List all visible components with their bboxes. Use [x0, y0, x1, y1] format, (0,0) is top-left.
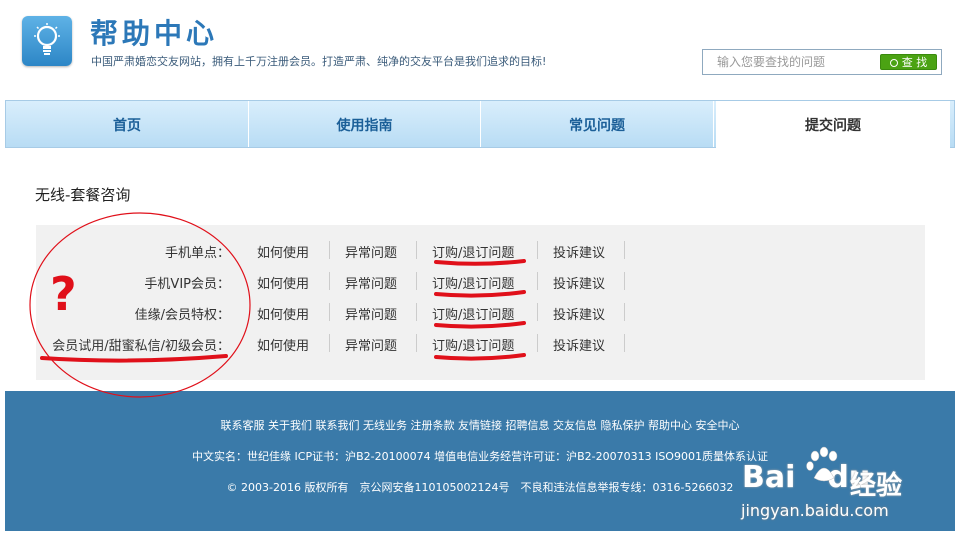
search-input[interactable]	[709, 53, 885, 71]
row-label: 手机VIP会员：	[144, 277, 230, 292]
search-icon	[889, 59, 898, 67]
watermark-url: jingyan.baidu.com	[741, 501, 889, 520]
table-row: 佳缘/会员特权： 如何使用 异常问题 订购/退订问题 投诉建议	[36, 298, 925, 326]
link-order-cancel[interactable]: 订购/退订问题	[432, 335, 514, 354]
main-nav: 首页 使用指南 常见问题 提交问题	[5, 100, 955, 148]
link-complaints[interactable]: 投诉建议	[553, 335, 605, 354]
divider	[329, 272, 330, 290]
header: 帮助中心 中国严肃婚恋交友网站，拥有上千万注册会员。打造严肃、纯净的交友平台是我…	[0, 0, 964, 100]
watermark-brand-part: Bai	[742, 460, 796, 495]
search-button[interactable]: 查 找	[880, 54, 937, 70]
link-order-cancel[interactable]: 订购/退订问题	[432, 304, 514, 323]
footer-links[interactable]: 联系客服 关于我们 联系我们 无线业务 注册条款 友情链接 招聘信息 交友信息 …	[5, 417, 955, 433]
link-how-to-use[interactable]: 如何使用	[257, 242, 309, 261]
divider	[624, 334, 625, 352]
link-complaints[interactable]: 投诉建议	[553, 273, 605, 292]
divider	[537, 272, 538, 290]
divider	[329, 303, 330, 321]
lightbulb-logo-icon	[22, 16, 72, 66]
tab-guide[interactable]: 使用指南	[249, 101, 481, 147]
baidu-paw-icon	[806, 446, 838, 482]
link-exceptions[interactable]: 异常问题	[345, 242, 397, 261]
link-exceptions[interactable]: 异常问题	[345, 273, 397, 292]
tab-faq[interactable]: 常见问题	[481, 101, 714, 147]
section-title: 无线-套餐咨询	[35, 186, 131, 204]
watermark-jingyan: 经验	[850, 471, 903, 501]
link-complaints[interactable]: 投诉建议	[553, 304, 605, 323]
divider	[329, 241, 330, 259]
table-row: 手机VIP会员： 如何使用 异常问题 订购/退订问题 投诉建议	[36, 267, 925, 295]
table-row: 会员试用/甜蜜私信/初级会员： 如何使用 异常问题 订购/退订问题 投诉建议	[36, 329, 925, 357]
question-grid: 手机单点： 如何使用 异常问题 订购/退订问题 投诉建议 手机VIP会员： 如何…	[36, 225, 925, 380]
link-exceptions[interactable]: 异常问题	[345, 335, 397, 354]
divider	[416, 241, 417, 259]
link-how-to-use[interactable]: 如何使用	[257, 273, 309, 292]
site-slogan: 中国严肃婚恋交友网站，拥有上千万注册会员。打造严肃、纯净的交友平台是我们追求的目…	[91, 55, 547, 68]
row-label: 会员试用/甜蜜私信/初级会员：	[52, 339, 230, 354]
search-box: 查 找	[702, 49, 942, 75]
tab-home[interactable]: 首页	[6, 101, 249, 147]
divider	[416, 272, 417, 290]
row-label: 佳缘/会员特权：	[134, 308, 230, 323]
table-row: 手机单点： 如何使用 异常问题 订购/退订问题 投诉建议	[36, 236, 925, 264]
search-button-label: 查 找	[901, 56, 928, 69]
link-exceptions[interactable]: 异常问题	[345, 304, 397, 323]
divider	[624, 303, 625, 321]
link-how-to-use[interactable]: 如何使用	[257, 304, 309, 323]
page-title: 帮助中心	[90, 17, 219, 50]
link-how-to-use[interactable]: 如何使用	[257, 335, 309, 354]
link-order-cancel[interactable]: 订购/退订问题	[432, 242, 514, 261]
link-complaints[interactable]: 投诉建议	[553, 242, 605, 261]
divider	[537, 334, 538, 352]
divider	[624, 241, 625, 259]
divider	[416, 334, 417, 352]
divider	[537, 303, 538, 321]
row-label: 手机单点：	[164, 246, 230, 261]
divider	[329, 334, 330, 352]
divider	[537, 241, 538, 259]
divider	[416, 303, 417, 321]
link-order-cancel[interactable]: 订购/退订问题	[432, 273, 514, 292]
tab-submit-question[interactable]: 提交问题	[716, 100, 950, 148]
divider	[624, 272, 625, 290]
